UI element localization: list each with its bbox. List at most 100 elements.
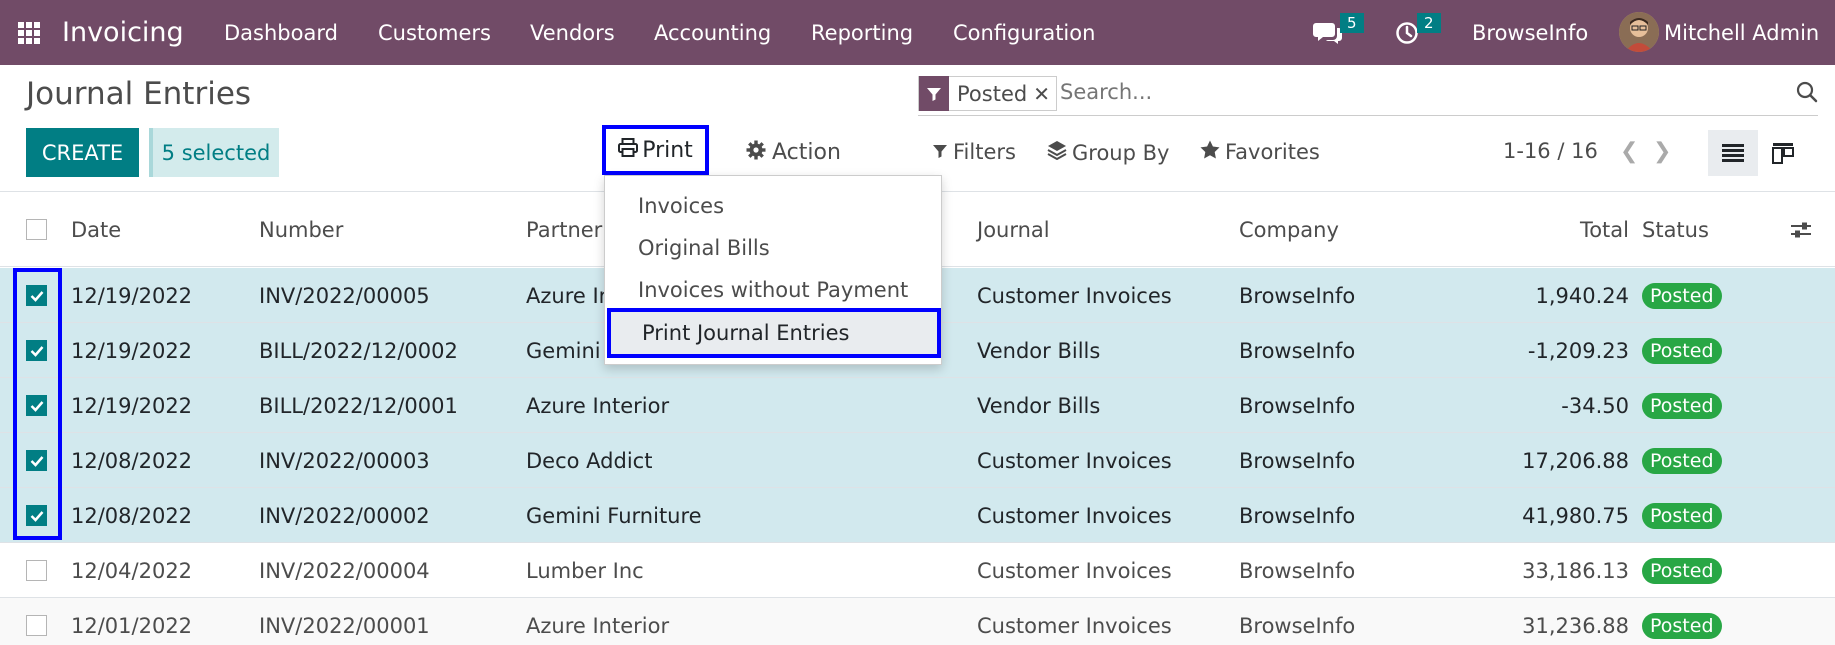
apps-menu-icon[interactable] — [18, 0, 44, 65]
filter-funnel-icon — [919, 76, 949, 111]
print-button[interactable]: Print — [602, 125, 709, 175]
star-icon — [1200, 140, 1220, 164]
filter-icon — [932, 140, 948, 164]
app-name[interactable]: Invoicing — [62, 0, 184, 65]
table-row[interactable]: 12/04/2022 INV/2022/00004 Lumber Inc Cus… — [0, 543, 1835, 598]
row-journal: Customer Invoices — [977, 558, 1172, 583]
column-company[interactable]: Company — [1239, 192, 1339, 267]
list-view-icon[interactable] — [1708, 130, 1758, 176]
row-number: INV/2022/00002 — [259, 503, 430, 528]
row-date: 12/08/2022 — [71, 448, 193, 473]
column-partner[interactable]: Partner — [526, 192, 602, 267]
row-journal: Customer Invoices — [977, 503, 1172, 528]
row-date: 12/01/2022 — [71, 613, 193, 638]
table-row[interactable]: 12/08/2022 INV/2022/00002 Gemini Furnitu… — [0, 488, 1835, 543]
status-badge: Posted — [1642, 392, 1722, 419]
gear-icon — [746, 140, 766, 166]
search-icon[interactable] — [1796, 81, 1818, 107]
select-all-checkbox[interactable] — [26, 219, 47, 240]
row-journal: Customer Invoices — [977, 448, 1172, 473]
column-journal[interactable]: Journal — [977, 192, 1050, 267]
row-date: 12/19/2022 — [71, 338, 193, 363]
print-menu-invoices-without-payment[interactable]: Invoices without Payment — [605, 269, 941, 311]
print-menu-original-bills[interactable]: Original Bills — [605, 227, 941, 269]
row-partner: Deco Addict — [526, 448, 653, 473]
action-label: Action — [772, 140, 841, 165]
column-date[interactable]: Date — [71, 192, 121, 267]
search-input[interactable] — [1060, 80, 1660, 104]
status-badge: Posted — [1642, 557, 1722, 584]
status-badge: Posted — [1642, 502, 1722, 529]
filters-label: Filters — [953, 140, 1016, 164]
selected-count[interactable]: 5 selected — [149, 128, 279, 177]
print-menu-print-journal-entries[interactable]: Print Journal Entries — [607, 308, 941, 358]
nav-configuration[interactable]: Configuration — [953, 0, 1095, 65]
row-company: BrowseInfo — [1239, 283, 1356, 308]
search-facet-posted[interactable]: Posted ✕ — [918, 76, 1057, 111]
table-row[interactable]: 12/19/2022 BILL/2022/12/0001 Azure Inter… — [0, 378, 1835, 433]
kanban-view-icon[interactable] — [1758, 130, 1808, 176]
table-row[interactable]: 12/01/2022 INV/2022/00001 Azure Interior… — [0, 598, 1835, 645]
user-avatar[interactable] — [1619, 12, 1659, 52]
row-partner: Gemini Furniture — [526, 503, 702, 528]
column-total[interactable]: Total — [1500, 192, 1629, 267]
column-status[interactable]: Status — [1642, 192, 1709, 267]
row-date: 12/08/2022 — [71, 503, 193, 528]
nav-accounting[interactable]: Accounting — [654, 0, 771, 65]
row-date: 12/19/2022 — [71, 283, 193, 308]
print-menu-invoices[interactable]: Invoices — [605, 185, 941, 227]
group-by-button[interactable]: Group By — [1047, 140, 1169, 165]
row-number: INV/2022/00003 — [259, 448, 430, 473]
messages-icon[interactable] — [1313, 0, 1343, 65]
row-date: 12/19/2022 — [71, 393, 193, 418]
filters-button[interactable]: Filters — [932, 140, 1016, 164]
row-partner: Gemini — [526, 338, 601, 363]
row-total: 33,186.13 — [1522, 558, 1629, 583]
row-number: INV/2022/00004 — [259, 558, 430, 583]
row-company: BrowseInfo — [1239, 558, 1356, 583]
column-number[interactable]: Number — [259, 192, 343, 267]
row-total: 1,940.24 — [1535, 283, 1629, 308]
row-total: 41,980.75 — [1522, 503, 1629, 528]
create-button[interactable]: CREATE — [26, 128, 139, 177]
top-navbar: Invoicing Dashboard Customers Vendors Ac… — [0, 0, 1835, 65]
pager-next-icon[interactable]: ❯ — [1653, 139, 1671, 164]
user-menu[interactable]: Mitchell Admin — [1664, 0, 1819, 65]
row-checkbox[interactable] — [26, 615, 47, 636]
activities-count-badge: 2 — [1417, 13, 1441, 33]
nav-reporting[interactable]: Reporting — [811, 0, 913, 65]
nav-dashboard[interactable]: Dashboard — [224, 0, 338, 65]
status-badge: Posted — [1642, 612, 1722, 639]
row-total: 31,236.88 — [1522, 613, 1629, 638]
pager-previous-icon[interactable]: ❮ — [1620, 139, 1638, 164]
row-checkbox[interactable] — [26, 560, 47, 581]
status-badge: Posted — [1642, 282, 1722, 309]
messages-count-badge: 5 — [1340, 13, 1364, 33]
row-total: -1,209.23 — [1527, 338, 1629, 363]
row-company: BrowseInfo — [1239, 393, 1356, 418]
row-journal: Vendor Bills — [977, 393, 1101, 418]
row-partner: Azure Interior — [526, 613, 670, 638]
row-partner: Lumber Inc — [526, 558, 644, 583]
row-total: 17,206.88 — [1522, 448, 1629, 473]
status-badge: Posted — [1642, 447, 1722, 474]
row-number: INV/2022/00005 — [259, 283, 430, 308]
pager-value[interactable]: 1-16 / 16 — [1503, 139, 1598, 163]
row-date: 12/04/2022 — [71, 558, 193, 583]
nav-vendors[interactable]: Vendors — [530, 0, 615, 65]
status-badge: Posted — [1642, 337, 1722, 364]
row-partner: Azure In — [526, 283, 612, 308]
checkbox-column-highlight — [13, 268, 62, 540]
row-company: BrowseInfo — [1239, 448, 1356, 473]
facet-remove-icon[interactable]: ✕ — [1033, 82, 1056, 106]
activity-clock-icon[interactable] — [1395, 0, 1419, 65]
table-row[interactable]: 12/08/2022 INV/2022/00003 Deco Addict Cu… — [0, 433, 1835, 488]
print-label: Print — [642, 137, 693, 163]
action-button[interactable]: Action — [746, 128, 841, 177]
row-total: -34.50 — [1561, 393, 1629, 418]
optional-columns-icon[interactable] — [1790, 192, 1812, 267]
company-switcher[interactable]: BrowseInfo — [1472, 0, 1588, 65]
favorites-button[interactable]: Favorites — [1200, 140, 1320, 164]
nav-customers[interactable]: Customers — [378, 0, 491, 65]
row-partner: Azure Interior — [526, 393, 670, 418]
